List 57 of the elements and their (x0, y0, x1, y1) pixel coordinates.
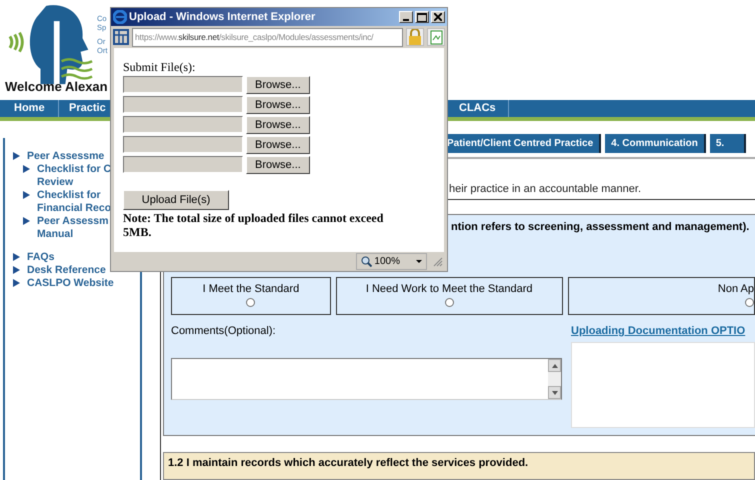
resize-grip-icon (433, 256, 443, 266)
browse-button[interactable]: Browse... (246, 96, 310, 114)
radio-button[interactable] (246, 298, 256, 307)
sidebar-link[interactable]: CASLPO Website (27, 277, 114, 290)
file-field[interactable] (123, 136, 243, 153)
comments-label: Comments(Optional): (171, 325, 276, 337)
page-icon (113, 29, 129, 45)
maximize-button[interactable] (415, 11, 429, 23)
bullet-icon (13, 152, 20, 160)
sidebar-link[interactable]: Checklist for Financial Reco (37, 189, 112, 215)
option-label: I Meet the Standard (202, 283, 300, 295)
bullet-icon (13, 266, 20, 274)
zoom-control[interactable]: 100% (356, 253, 427, 270)
radio-button[interactable] (745, 298, 754, 307)
standard-heading: 1.2 I maintain records which accurately reflect the services provided. (163, 452, 755, 480)
address-field[interactable]: https://www.skilsure.net/skilsure_caslpo/Modules/assessments/inc/ (132, 28, 403, 46)
browser-logo-icon (113, 10, 127, 24)
note-text: Note: The total size of uploaded files cannot exceed 5MB. (123, 211, 384, 239)
tab[interactable]: 5. (710, 134, 746, 153)
welcome-text: Welcome Alexan (5, 79, 108, 94)
lock-icon[interactable] (406, 28, 424, 46)
upload-link[interactable]: Uploading Documentation OPTIO (571, 325, 746, 337)
browse-button[interactable]: Browse... (246, 76, 310, 94)
scroll-down-icon[interactable] (548, 386, 561, 399)
window-title: Upload - Windows Internet Explorer (129, 11, 316, 23)
browse-button[interactable]: Browse... (246, 116, 310, 134)
option-label: Non Ap (718, 283, 754, 295)
radio-button[interactable] (444, 298, 454, 307)
upload-button[interactable]: Upload File(s) (123, 190, 229, 210)
bullet-icon (13, 279, 20, 287)
sidebar-link[interactable]: Peer Assessme (27, 150, 104, 163)
sidebar-link[interactable]: FAQs (27, 251, 54, 264)
bullet-icon (23, 191, 30, 199)
file-field[interactable] (123, 96, 243, 113)
bullet-icon (13, 253, 20, 261)
browse-button[interactable]: Browse... (246, 136, 310, 154)
description-text: heir practice in an accountable manner. (449, 183, 642, 195)
nav-item[interactable]: Home (0, 100, 59, 117)
minimize-button[interactable] (399, 11, 413, 23)
bullet-icon (23, 165, 30, 173)
file-field[interactable] (123, 76, 243, 93)
sidebar-link[interactable]: Desk Reference (27, 264, 106, 277)
file-field[interactable] (123, 156, 243, 173)
option-label: I Need Work to Meet the Standard (366, 283, 533, 295)
close-button[interactable] (431, 11, 445, 23)
sidebar-link[interactable]: Peer Assessm Manual (37, 215, 108, 241)
magnifier-icon (361, 256, 372, 267)
comments-field[interactable] (171, 358, 562, 400)
form-label: Submit File(s): (123, 60, 196, 74)
compatibility-icon[interactable] (427, 28, 445, 46)
browse-button[interactable]: Browse... (246, 156, 310, 174)
sidebar-link[interactable]: Checklist for C Review (37, 163, 112, 189)
file-field[interactable] (123, 116, 243, 133)
bullet-icon (23, 217, 30, 225)
standard-title: ntion refers to screening, assessment and management). (451, 221, 750, 233)
scroll-up-icon[interactable] (548, 359, 561, 372)
tab[interactable]: 4. Communication (605, 134, 706, 153)
